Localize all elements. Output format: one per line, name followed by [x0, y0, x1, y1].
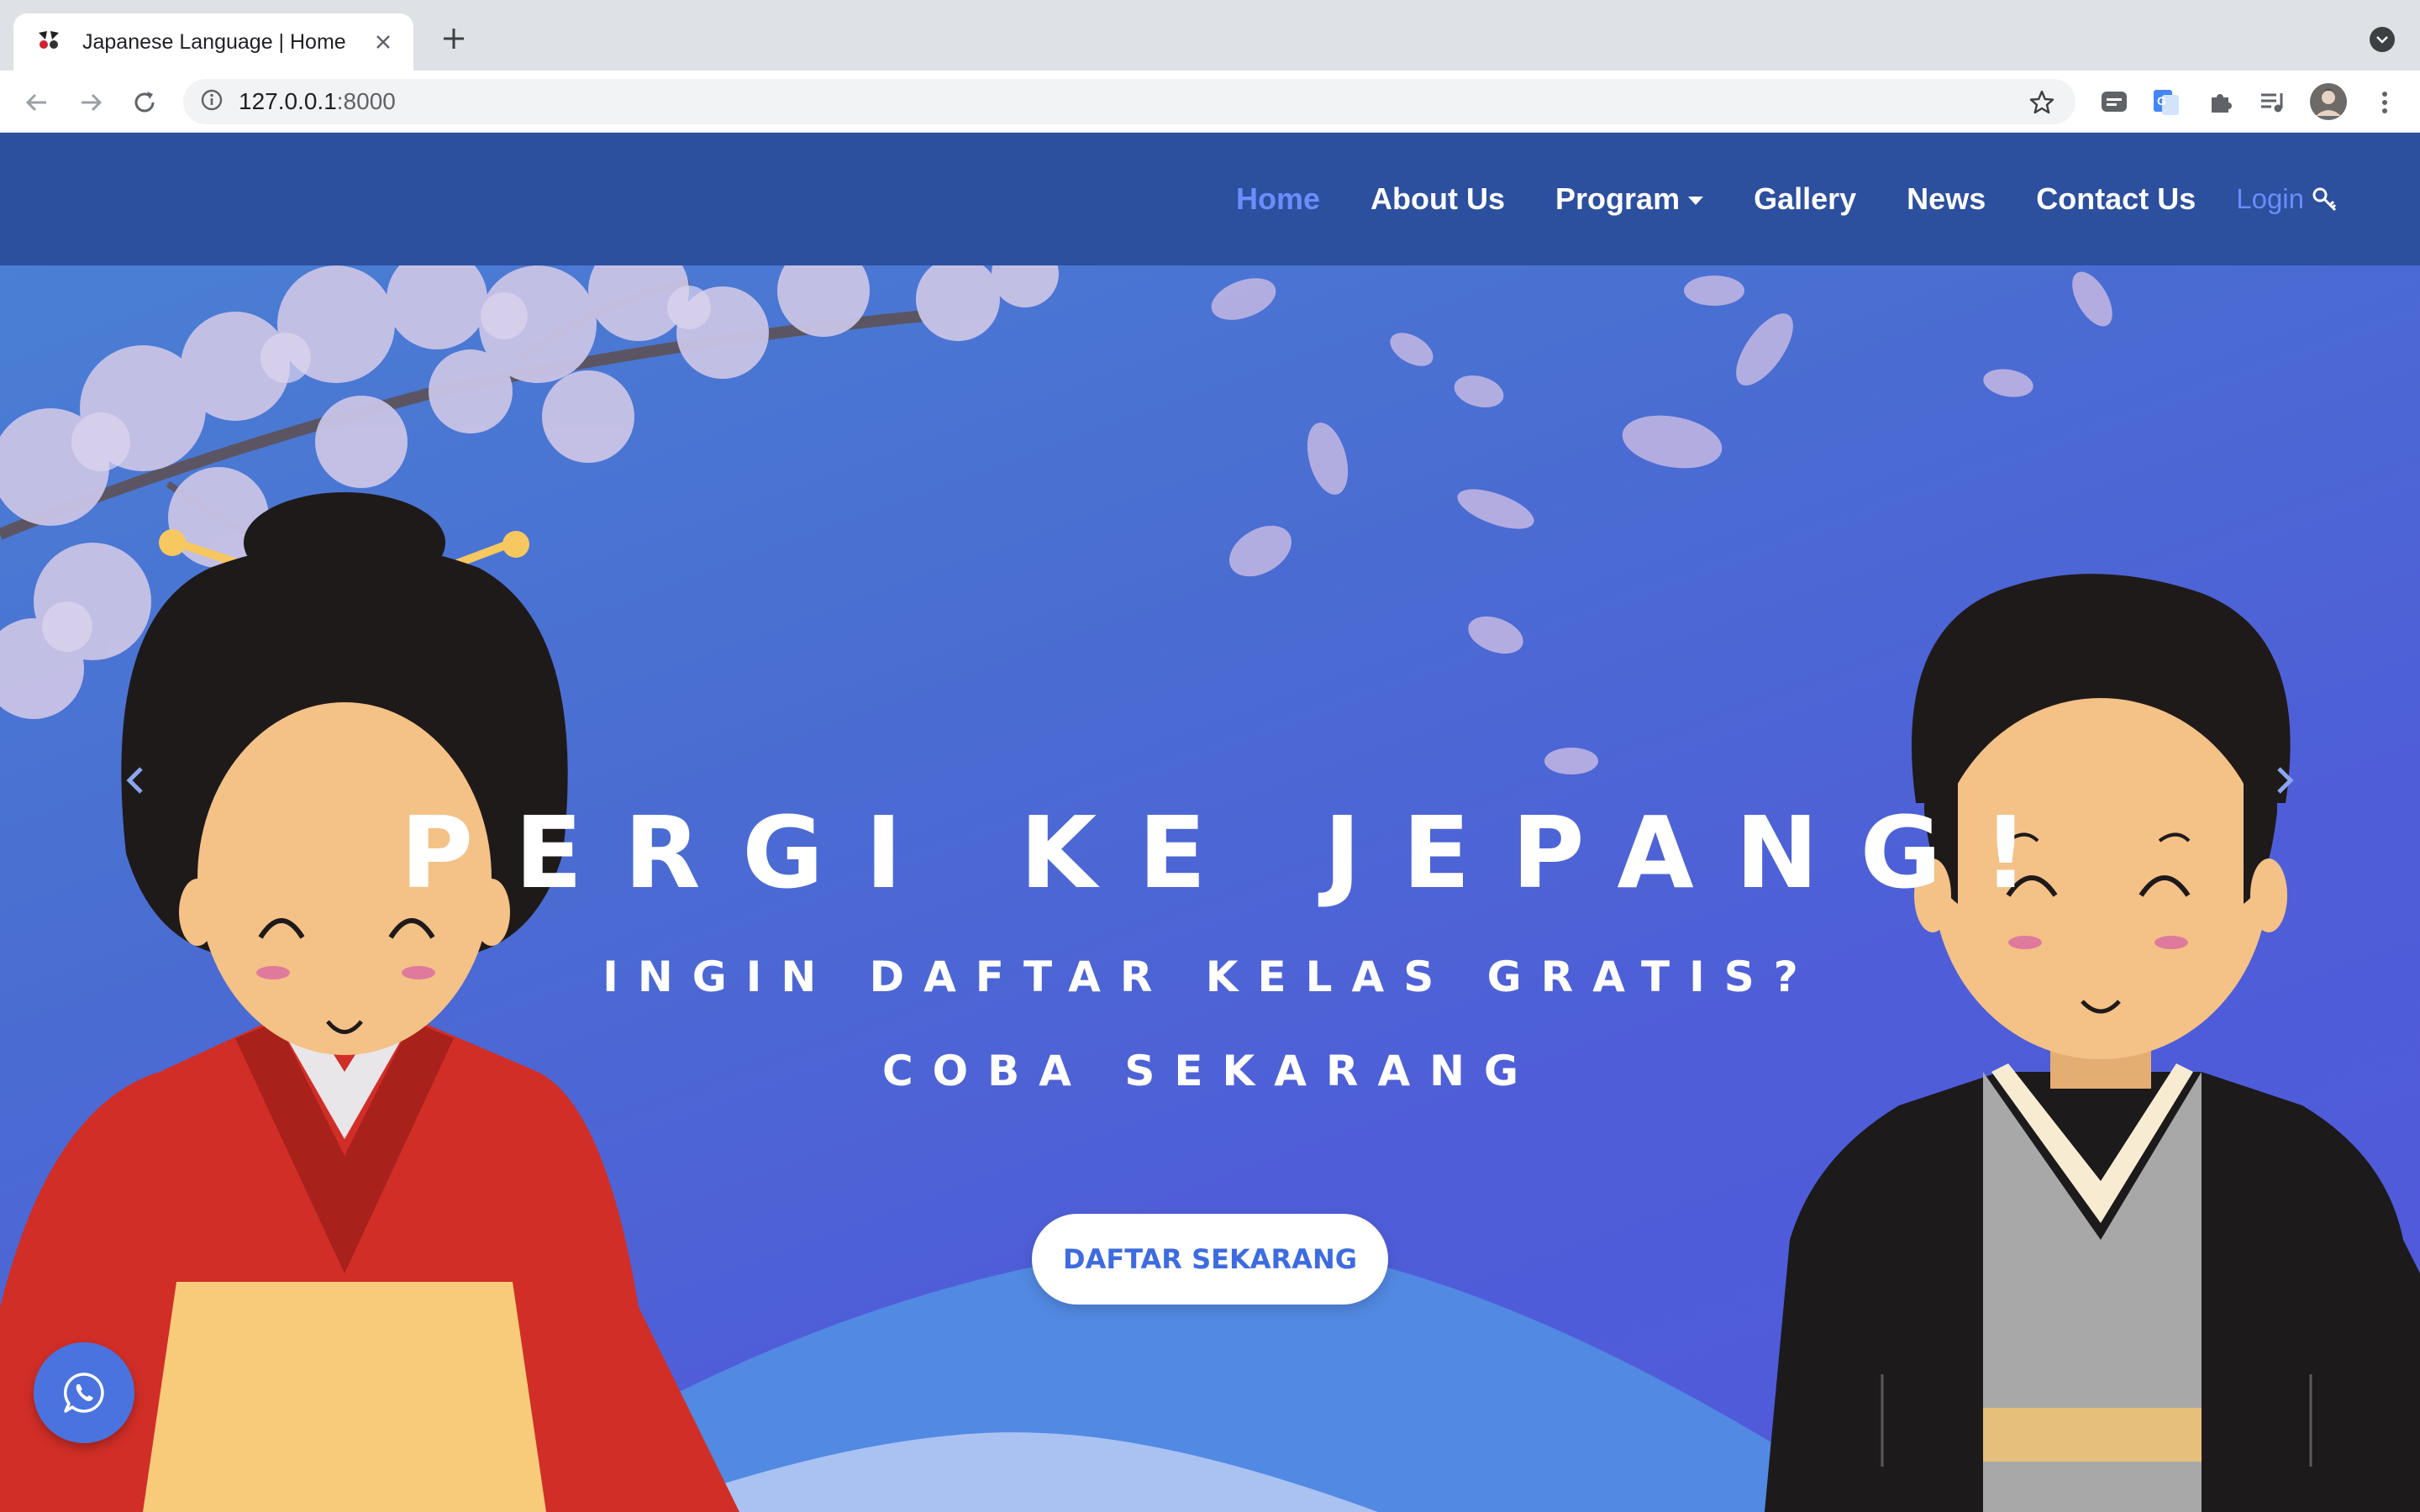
hero-subtitle: Ingin daftar kelas gratis? — [602, 953, 1818, 1001]
nav-item-about-us[interactable]: About Us — [1370, 181, 1505, 217]
new-tab-icon[interactable] — [437, 22, 471, 55]
login-link[interactable]: Login — [2236, 183, 2338, 215]
site-navbar: Home About Us Program Gallery News Conta… — [0, 133, 2420, 265]
whatsapp-button[interactable] — [34, 1342, 134, 1443]
profile-avatar[interactable] — [2309, 82, 2348, 121]
puzzle-extensions-icon[interactable] — [2203, 86, 2237, 119]
web-page: Home About Us Program Gallery News Conta… — [0, 133, 2420, 1512]
nav-links: Home About Us Program Gallery News Conta… — [1186, 133, 2338, 265]
media-queue-icon[interactable] — [2257, 86, 2291, 119]
address-bar[interactable]: 127.0.0.1:8000 — [183, 79, 2075, 124]
nav-item-news[interactable]: News — [1907, 181, 1986, 217]
register-button[interactable]: Daftar Sekarang — [1032, 1214, 1388, 1305]
tab-title: Japanese Language | Home — [82, 29, 346, 54]
forward-arrow-icon[interactable] — [74, 86, 108, 119]
favicon-icon — [34, 29, 64, 55]
svg-text:G: G — [2157, 94, 2166, 108]
caret-down-icon — [1688, 197, 1704, 206]
browser-toolbar: 127.0.0.1:8000 G — [0, 71, 2420, 133]
nav-item-program[interactable]: Program — [1555, 181, 1704, 217]
hero-title: Pergi ke Jepang! — [400, 795, 2070, 911]
key-icon — [2311, 186, 2338, 213]
close-icon[interactable] — [370, 29, 397, 55]
carousel-prev-icon[interactable] — [114, 759, 156, 801]
back-arrow-icon[interactable] — [20, 86, 54, 119]
bookmark-star-icon[interactable] — [2028, 89, 2055, 116]
url-port: :8000 — [336, 88, 396, 114]
tab-search-icon[interactable] — [2370, 27, 2395, 52]
browser-tabstrip: Japanese Language | Home — [0, 0, 2420, 71]
nav-item-home[interactable]: Home — [1236, 181, 1320, 217]
hero-subtitle-2: Coba sekarang — [881, 1047, 1539, 1095]
browser-menu-icon[interactable] — [2368, 86, 2402, 119]
browser-tab[interactable]: Japanese Language | Home — [13, 13, 413, 71]
chat-extension-icon[interactable] — [2097, 86, 2131, 119]
login-label: Login — [2236, 183, 2304, 214]
translate-extension-icon[interactable]: G — [2149, 86, 2183, 119]
hero-carousel: Pergi ke Jepang! Ingin daftar kelas grat… — [0, 265, 2420, 1512]
man-character — [1765, 574, 2420, 1512]
reload-icon[interactable] — [128, 86, 161, 119]
url-host: 127.0.0.1 — [239, 88, 337, 114]
nav-item-program-label: Program — [1555, 181, 1681, 216]
site-info-icon[interactable] — [200, 88, 224, 116]
carousel-next-icon[interactable] — [2264, 759, 2306, 801]
nav-item-contact-us[interactable]: Contact Us — [2036, 181, 2196, 217]
nav-item-gallery[interactable]: Gallery — [1754, 181, 1856, 217]
whatsapp-icon — [62, 1371, 106, 1415]
